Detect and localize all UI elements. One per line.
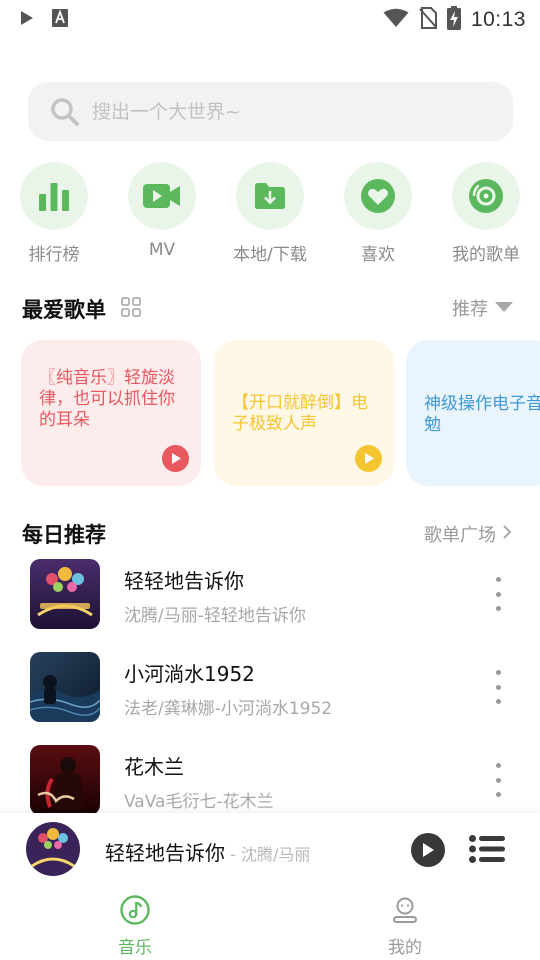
folder-download-icon xyxy=(236,162,304,230)
no-sim-icon xyxy=(419,7,437,33)
nav-tab-mine[interactable]: 我的 xyxy=(355,895,455,958)
song-subtitle: 法老/龚琳娜-小河淌水1952 xyxy=(124,699,333,719)
playlist-card-title: 〖纯音乐〗轻旋淡律，也可以抓住你的耳朵 xyxy=(39,368,175,430)
play-notification-icon xyxy=(20,10,34,30)
wifi-icon xyxy=(383,8,409,32)
playlist-square-label: 歌单广场 xyxy=(424,525,496,546)
category-label: 本地/下载 xyxy=(233,245,307,265)
more-icon[interactable] xyxy=(486,577,510,611)
more-icon[interactable] xyxy=(486,763,510,797)
song-title: 花木兰 xyxy=(124,755,184,779)
playlist-carousel[interactable]: 〖纯音乐〗轻旋淡律，也可以抓住你的耳朵 【开口就醉倒】电子极致人声 神级操作电子… xyxy=(0,340,540,486)
album-cover xyxy=(30,745,100,815)
playlist-icon[interactable] xyxy=(469,835,505,867)
play-icon[interactable] xyxy=(162,445,189,472)
category-label: MV xyxy=(148,240,176,260)
bar-chart-icon xyxy=(20,162,88,230)
nav-label-mine: 我的 xyxy=(388,938,422,958)
font-notification-icon xyxy=(52,9,68,31)
grid-icon[interactable] xyxy=(121,297,141,321)
song-row[interactable]: 轻轻地告诉你 沈腾/马丽-轻轻地告诉你 xyxy=(0,559,540,639)
category-my-playlists[interactable]: 我的歌单 xyxy=(432,162,540,265)
nav-label-music: 音乐 xyxy=(118,938,152,958)
chevron-right-icon xyxy=(502,524,512,545)
daily-title: 每日推荐 xyxy=(22,523,106,547)
favorites-title: 最爱歌单 xyxy=(22,298,106,322)
video-camera-icon xyxy=(128,162,196,230)
search-bar[interactable] xyxy=(28,82,513,141)
player-album-cover xyxy=(26,822,80,876)
user-icon xyxy=(390,897,420,929)
category-label: 排行榜 xyxy=(28,245,80,265)
playlist-card[interactable]: 【开口就醉倒】电子极致人声 xyxy=(214,340,394,486)
song-title: 小河淌水1952 xyxy=(124,662,255,686)
player-title-line: 轻轻地告诉你 - 沈腾/马丽 xyxy=(105,837,310,866)
triangle-down-icon xyxy=(494,298,514,319)
play-icon[interactable] xyxy=(355,445,382,472)
song-title: 轻轻地告诉你 xyxy=(124,569,244,593)
playlist-card-title: 神级操作电子音与君共勉 xyxy=(424,394,540,435)
song-subtitle: 沈腾/马丽-轻轻地告诉你 xyxy=(124,606,306,626)
album-cover xyxy=(30,652,100,722)
playlist-card[interactable]: 〖纯音乐〗轻旋淡律，也可以抓住你的耳朵 xyxy=(21,340,201,486)
battery-charging-icon xyxy=(446,6,461,34)
player-song-title: 轻轻地告诉你 xyxy=(105,841,225,865)
category-label: 我的歌单 xyxy=(452,245,520,265)
player-artist: - 沈腾/马丽 xyxy=(225,845,311,864)
more-icon[interactable] xyxy=(486,670,510,704)
music-disc-icon xyxy=(120,895,150,929)
mini-player[interactable]: 轻轻地告诉你 - 沈腾/马丽 xyxy=(0,813,540,887)
category-likes[interactable]: 喜欢 xyxy=(324,162,432,265)
category-local-download[interactable]: 本地/下载 xyxy=(216,162,324,265)
category-row: 排行榜 MV 本地/下载 喜欢 我的歌单 xyxy=(0,162,540,272)
play-button[interactable] xyxy=(411,833,445,867)
song-row[interactable]: 小河淌水1952 法老/龚琳娜-小河淌水1952 xyxy=(0,652,540,732)
heart-icon xyxy=(344,162,412,230)
category-charts[interactable]: 排行榜 xyxy=(0,162,108,265)
clock: 10:13 xyxy=(470,8,526,31)
search-input[interactable] xyxy=(92,82,492,141)
playlist-card[interactable]: 神级操作电子音与君共勉 xyxy=(406,340,540,486)
search-icon xyxy=(50,97,80,131)
disc-icon xyxy=(452,162,520,230)
category-mv[interactable]: MV xyxy=(108,162,216,260)
song-subtitle: VaVa毛衍七-花木兰 xyxy=(124,792,274,812)
playlist-square-link[interactable]: 歌单广场 xyxy=(424,521,512,547)
album-cover xyxy=(30,559,100,629)
sort-label: 推荐 xyxy=(452,299,488,320)
bottom-nav: 音乐 我的 xyxy=(0,887,540,960)
nav-tab-music[interactable]: 音乐 xyxy=(85,895,185,958)
sort-dropdown[interactable]: 推荐 xyxy=(452,295,514,321)
category-label: 喜欢 xyxy=(361,245,395,265)
playlist-card-title: 【开口就醉倒】电子极致人声 xyxy=(232,393,368,434)
status-bar: 10:13 xyxy=(0,0,540,36)
